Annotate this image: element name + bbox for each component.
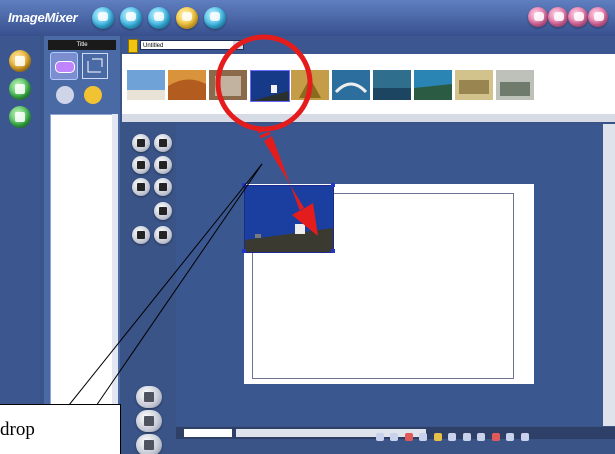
capture-icon[interactable] (92, 7, 114, 29)
text-icon[interactable] (136, 386, 162, 408)
create-mode-icon[interactable] (9, 78, 31, 100)
thumbnail-coast[interactable] (414, 70, 452, 100)
album-icon[interactable] (120, 7, 142, 29)
chevron-down-icon[interactable]: ▾ (233, 41, 243, 49)
canvas-vertical-scrollbar[interactable] (603, 124, 615, 426)
close-icon[interactable] (588, 7, 608, 27)
tool-icon[interactable] (491, 433, 500, 441)
resize-handle[interactable] (331, 183, 335, 187)
title-list (50, 114, 114, 448)
tool-icon[interactable] (448, 433, 457, 441)
tools-icon[interactable] (568, 7, 588, 27)
album-mode-icon[interactable] (9, 50, 31, 72)
imagemixer-window: ImageMixer Title Untitled ▾ drop (0, 0, 615, 454)
thumbnail-beach[interactable] (127, 70, 165, 100)
bottom-toolbar (176, 427, 615, 441)
tool-icon[interactable] (376, 433, 384, 441)
app-logo: ImageMixer (8, 10, 78, 25)
tool-icon[interactable] (477, 433, 486, 441)
title-list-scrollbar[interactable] (112, 114, 118, 450)
edit-icon[interactable] (176, 7, 198, 29)
crop-icon[interactable] (132, 156, 150, 174)
left-dock (0, 36, 40, 454)
thumbnail-city-building[interactable] (209, 70, 247, 100)
album-color-icon (128, 39, 138, 53)
image-icon[interactable] (136, 434, 162, 454)
share-icon[interactable] (204, 7, 226, 29)
frame-title-style[interactable] (82, 53, 108, 79)
minimize-icon[interactable] (528, 7, 548, 27)
print-icon[interactable] (148, 7, 170, 29)
tool-icon[interactable] (506, 433, 515, 441)
thumbnail-bridge[interactable] (332, 70, 370, 100)
stamp-icon[interactable] (136, 410, 162, 432)
thumbnail-pyramid[interactable] (291, 70, 329, 100)
placed-photo[interactable] (244, 185, 334, 253)
thumbnail-lake[interactable] (373, 70, 411, 100)
resize-handle[interactable] (242, 183, 246, 187)
grid-style-icon[interactable] (56, 86, 74, 104)
tool-icon[interactable] (390, 433, 399, 441)
front-icon[interactable] (132, 226, 150, 244)
back-icon[interactable] (154, 226, 172, 244)
resize-handle[interactable] (242, 249, 246, 253)
output-mode-icon[interactable] (9, 106, 31, 128)
title-panel: Title (44, 36, 120, 454)
filmstrip-header: Untitled ▾ (122, 36, 615, 54)
filmstrip-scrollbar[interactable] (122, 114, 615, 122)
tool-column (124, 124, 176, 454)
effect-icon[interactable] (154, 178, 172, 196)
title-bar: ImageMixer (0, 0, 615, 36)
folder-style-icon[interactable] (84, 86, 102, 104)
thumbnail-observatory[interactable] (250, 70, 290, 102)
help-icon[interactable] (548, 7, 568, 27)
frame-icon[interactable] (154, 156, 172, 174)
thumbnail-marketplace[interactable] (496, 70, 534, 100)
tool-icon[interactable] (520, 433, 529, 441)
annotation-callout: drop (0, 404, 121, 454)
zoom-select[interactable] (184, 429, 232, 437)
lock-icon[interactable] (154, 202, 172, 220)
rotate-icon[interactable] (154, 134, 172, 152)
bottom-icons (376, 428, 531, 441)
tool-icon[interactable] (462, 433, 471, 441)
thumbnail-desert[interactable] (168, 70, 206, 100)
thumbnail-buildings[interactable] (455, 70, 493, 100)
callout-text: drop (0, 419, 35, 440)
flip-icon[interactable] (132, 134, 150, 152)
title-tab[interactable]: Title (48, 40, 116, 50)
layer-icon[interactable] (132, 178, 150, 196)
tool-icon[interactable] (419, 433, 428, 441)
album-select[interactable]: Untitled ▾ (140, 40, 244, 50)
pill-title-style[interactable] (50, 52, 78, 80)
resize-handle[interactable] (331, 249, 335, 253)
tool-icon[interactable] (433, 433, 442, 441)
filmstrip (122, 54, 615, 114)
tool-icon[interactable] (404, 433, 413, 441)
